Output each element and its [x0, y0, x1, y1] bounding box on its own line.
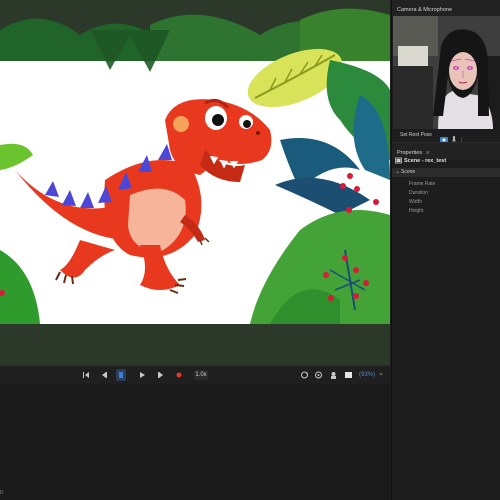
transport-bar: 1.0x (93%) ⌄ [0, 365, 390, 384]
frame-rate-label: Frame Rate [409, 181, 436, 187]
timeline-panel[interactable] [0, 384, 390, 500]
scene-viewer[interactable] [0, 0, 390, 365]
chevron-down-icon[interactable]: ⌄ [378, 369, 384, 377]
puppet-icon[interactable] [329, 369, 338, 381]
loop-toggle-icon[interactable] [116, 369, 126, 381]
scene-section-header[interactable]: ⌄ Scene [392, 168, 500, 177]
playback-rate[interactable]: 1.0x [194, 370, 208, 380]
camera-panel-title-text: Camera & Microphone [397, 7, 453, 13]
step-forward-icon[interactable] [157, 369, 165, 381]
camera-panel-title: Camera & Microphone [392, 0, 500, 16]
refresh-icon[interactable] [300, 369, 309, 381]
mic-level-meter [460, 131, 463, 143]
chevron-down-icon[interactable]: ⌄ [395, 168, 400, 175]
camera-toolbar: Set Rest Pose [392, 129, 500, 143]
webcam-preview [393, 16, 500, 129]
bottom-overlay [0, 324, 390, 365]
right-sidebar: Camera & Microphone Set Rest Pose Proper… [391, 0, 500, 500]
set-rest-pose-button[interactable]: Set Rest Pose [400, 132, 432, 138]
fit-frame-icon[interactable] [344, 369, 353, 381]
scene-icon [395, 157, 402, 166]
camera-toggle-icon[interactable] [440, 131, 448, 143]
width-label: Width [409, 199, 422, 205]
scene-canvas [0, 0, 390, 365]
status-glyph: b [0, 490, 4, 496]
scene-name-row: Scene - rex_test [392, 156, 500, 168]
camera-settings-icon[interactable] [314, 369, 323, 381]
step-back-icon[interactable] [100, 369, 108, 381]
microphone-icon[interactable] [450, 131, 458, 142]
go-to-start-icon[interactable] [82, 369, 90, 381]
play-icon[interactable] [138, 369, 146, 381]
duration-label: Duration [409, 190, 428, 196]
scene-name: Scene - rex_test [404, 158, 447, 164]
record-icon[interactable] [175, 369, 183, 381]
scene-section-label: Scene [401, 169, 416, 175]
height-label: Height [409, 208, 424, 214]
zoom-level[interactable]: (93%) [359, 370, 375, 380]
